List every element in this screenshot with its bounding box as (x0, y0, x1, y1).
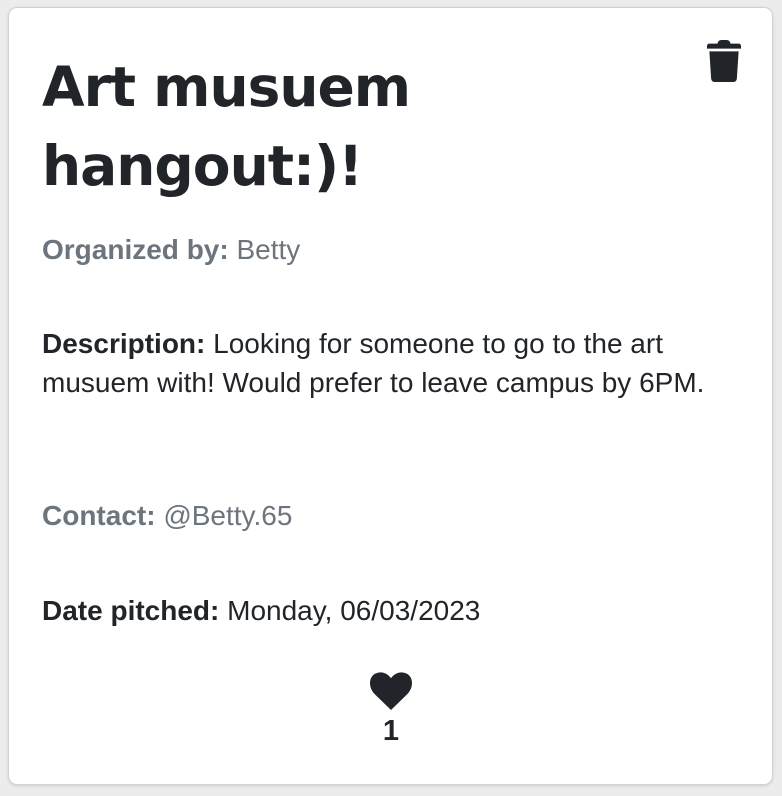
like-count: 1 (382, 715, 400, 747)
description-label: Description: (42, 328, 206, 359)
heart-icon (370, 672, 412, 710)
date-label: Date pitched: (42, 595, 220, 626)
organizer-line: Organized by: Betty (42, 230, 300, 269)
like-section: 1 (367, 672, 415, 748)
contact-value: @Betty.65 (163, 500, 293, 531)
contact-line: Contact: @Betty.65 (42, 496, 292, 535)
contact-label: Contact: (42, 500, 156, 531)
organizer-value: Betty (236, 234, 301, 265)
event-title: Art musuem hangout:)! (42, 55, 411, 198)
description-line: Description: Looking for someone to go t… (42, 324, 742, 402)
event-card: Art musuem hangout:)! Organized by: Bett… (8, 7, 773, 785)
delete-button[interactable] (707, 40, 741, 82)
trash-icon (707, 40, 741, 82)
date-line: Date pitched: Monday, 06/03/2023 (42, 591, 480, 630)
like-button[interactable] (370, 672, 412, 710)
organizer-label: Organized by: (42, 234, 229, 265)
date-value: Monday, 06/03/2023 (227, 595, 481, 626)
